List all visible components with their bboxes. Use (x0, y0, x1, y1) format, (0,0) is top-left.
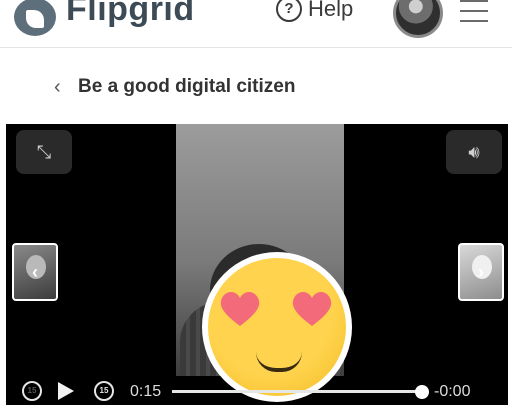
heart-left-icon (220, 292, 260, 326)
page-title: Be a good digital citizen (78, 76, 296, 97)
hamburger-icon[interactable] (460, 0, 488, 30)
brand-name[interactable]: Flipgrid (66, 0, 195, 29)
next-response-thumbnail[interactable]: › (458, 243, 504, 301)
smile (256, 352, 302, 372)
header-divider (0, 47, 512, 48)
back-chevron-icon[interactable]: ‹ (54, 76, 61, 99)
avatar[interactable] (393, 0, 443, 38)
forward-15-icon[interactable]: 15 (94, 381, 114, 401)
progress-fill (172, 390, 422, 393)
volume-icon[interactable]: 🔊︎ (446, 130, 502, 174)
video-player[interactable]: ⤡ 🔊︎ ‹ › 15 15 0:15 -0:00 (6, 124, 508, 405)
play-icon[interactable] (58, 382, 74, 400)
time-remaining: -0:00 (434, 383, 471, 400)
time-elapsed: 0:15 (130, 383, 162, 400)
flipgrid-logo-icon[interactable] (14, 0, 56, 36)
playback-controls: 15 15 0:15 -0:00 (6, 378, 508, 405)
progress-knob[interactable] (415, 385, 429, 399)
help-chat-icon: ? (276, 0, 302, 22)
heart-right-icon (292, 292, 332, 326)
top-bar: Flipgrid ? Help (0, 0, 512, 46)
rewind-15-icon[interactable]: 15 (22, 381, 42, 401)
prev-response-thumbnail[interactable]: ‹ (12, 243, 58, 301)
help-button[interactable]: ? Help (276, 0, 353, 22)
chevron-right-icon: › (478, 261, 484, 282)
help-label: Help (308, 0, 354, 21)
chevron-left-icon: ‹ (32, 261, 38, 282)
expand-icon[interactable]: ⤡ (16, 130, 72, 174)
progress-track[interactable] (172, 390, 422, 393)
